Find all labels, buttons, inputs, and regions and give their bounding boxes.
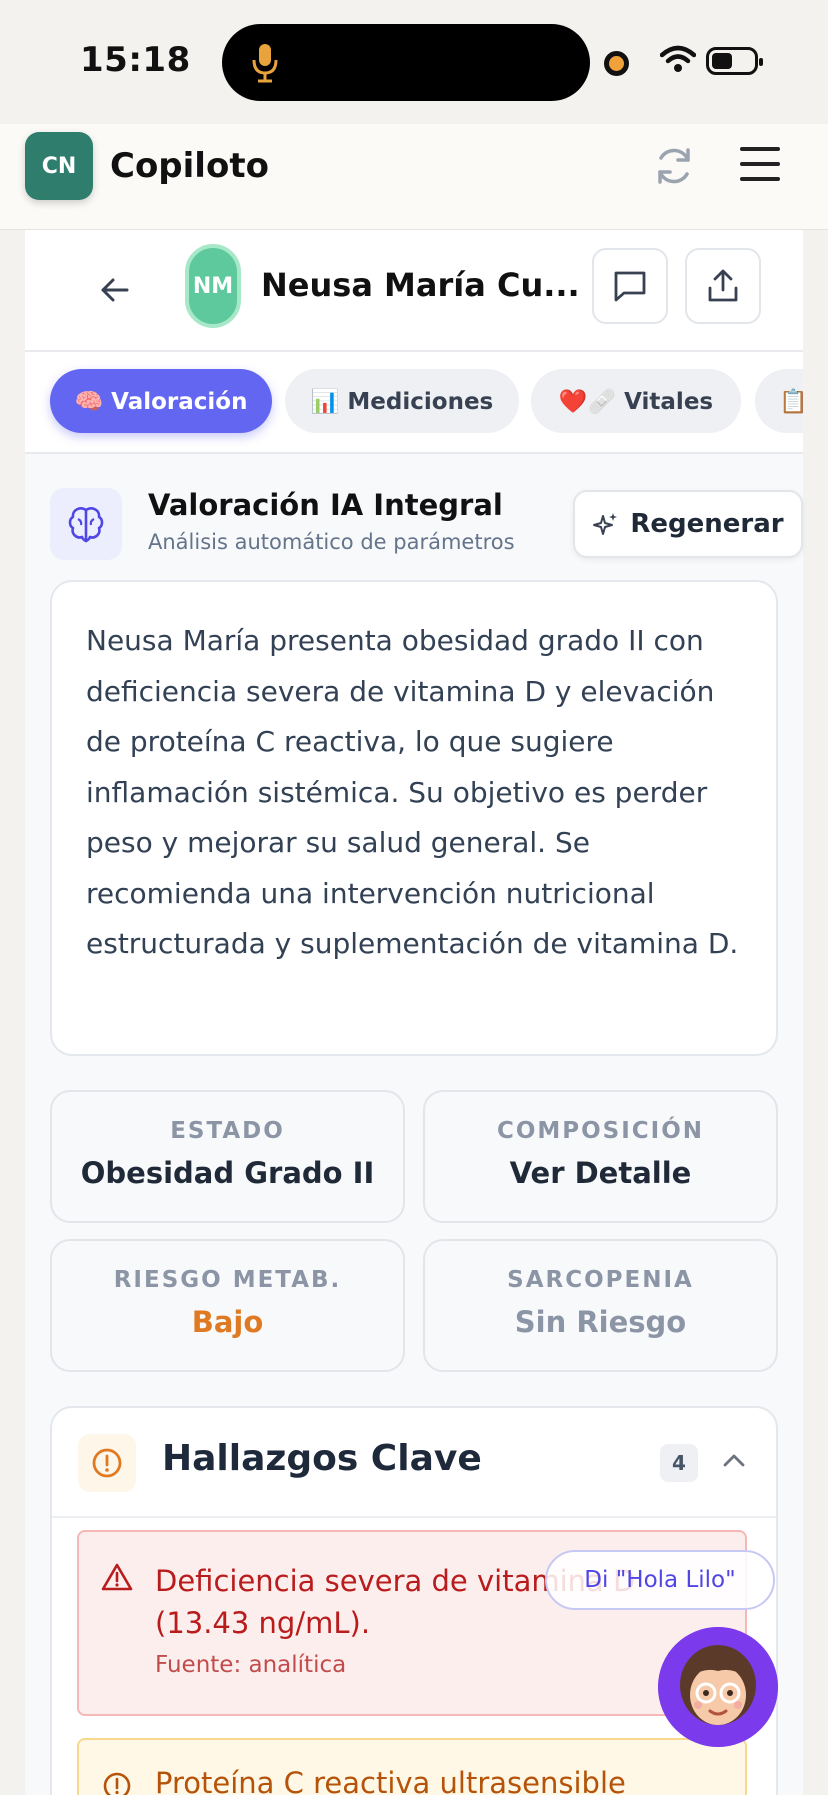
recording-indicator-icon [604,51,629,76]
key-findings-header[interactable]: Hallazgos Clave 4 [52,1408,776,1518]
chat-icon [614,271,646,302]
patient-name: Neusa María Cu... [261,266,580,304]
brain-icon [50,488,122,560]
stat-card-estado[interactable]: ESTADO Obesidad Grado II [50,1090,405,1223]
app-title: Copiloto [110,146,269,186]
stat-label: COMPOSICIÓN [496,1118,705,1144]
finding-title: Proteína C reactiva ultrasensible [155,1766,626,1795]
chat-button[interactable] [592,248,668,324]
share-icon [708,269,738,302]
finding-source: Fuente: analítica [155,1652,347,1678]
stat-card-riesgo-metabolico[interactable]: RIESGO METAB. Bajo [50,1239,405,1372]
microphone-icon [252,44,278,83]
stat-value: Obesidad Grado II [80,1156,375,1190]
regenerate-label: Regenerar [630,509,784,539]
stat-value: Ver Detalle [509,1156,692,1190]
wifi-icon [660,45,696,72]
warning-triangle-icon [101,1563,133,1591]
patient-header: NM Neusa María Cu... [25,230,803,352]
voice-assistant-prompt[interactable]: Di "Hola Lilo" [545,1550,775,1610]
alert-circle-icon [78,1434,136,1492]
tab-bar: 🧠 Valoración 📊 Mediciones ❤️🩹 Vitales 📋 [25,352,803,454]
chevron-up-icon[interactable] [722,1452,746,1468]
stat-card-sarcopenia[interactable]: SARCOPENIA Sin Riesgo [423,1239,778,1372]
stat-value: Bajo [191,1305,264,1339]
tab-more[interactable]: 📋 [755,369,803,433]
patient-avatar: NM [185,244,241,328]
assessment-title: Valoración IA Integral [148,488,503,522]
tab-valoracion[interactable]: 🧠 Valoración [50,369,272,433]
hamburger-menu-icon[interactable] [740,147,780,181]
status-bar: 15:18 [0,0,828,124]
app-header: CN Copiloto [0,124,828,230]
regenerate-button[interactable]: Regenerar [573,490,803,558]
tab-vitales[interactable]: ❤️🩹 Vitales [531,369,741,433]
refresh-icon[interactable] [652,144,696,188]
dynamic-island [222,24,590,101]
back-arrow-icon[interactable] [95,270,135,310]
assistant-avatar[interactable] [658,1627,778,1747]
key-findings-title: Hallazgos Clave [162,1438,482,1479]
tab-mediciones[interactable]: 📊 Mediciones [285,369,519,433]
assessment-subtitle: Análisis automático de parámetros [148,530,515,554]
alert-circle-icon [103,1772,131,1795]
battery-icon [706,47,763,75]
status-time: 15:18 [80,40,191,80]
share-button[interactable] [685,248,761,324]
finding-item-pcr[interactable]: Proteína C reactiva ultrasensible [77,1738,747,1795]
assistant-face-icon [658,1627,778,1747]
assessment-summary: Neusa María presenta obesidad grado II c… [50,580,778,1056]
stat-label: SARCOPENIA [507,1267,694,1293]
sparkles-icon [593,513,618,535]
stat-card-composicion[interactable]: COMPOSICIÓN Ver Detalle [423,1090,778,1223]
stat-value: Sin Riesgo [514,1305,687,1339]
findings-count-badge: 4 [660,1444,698,1482]
app-logo: CN [25,132,93,200]
stat-label: RIESGO METAB. [113,1267,342,1293]
assessment-header: Valoración IA Integral Análisis automáti… [50,488,803,568]
stat-label: ESTADO [170,1118,285,1144]
